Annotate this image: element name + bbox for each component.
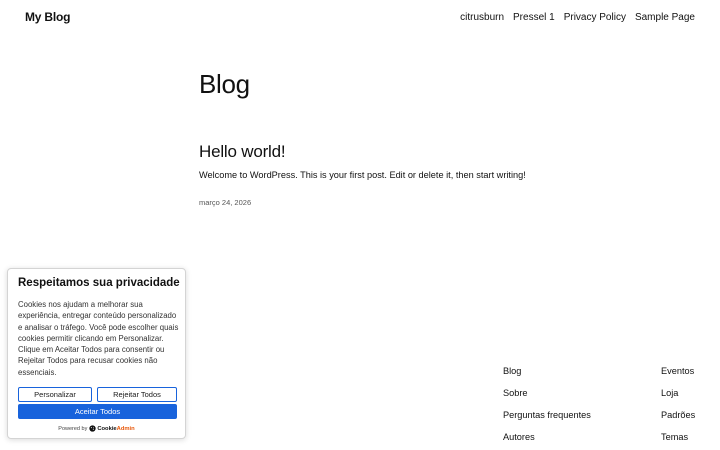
accept-all-button[interactable]: Aceitar Todos	[18, 404, 177, 419]
footer-link-faq[interactable]: Perguntas frequentes	[503, 410, 591, 420]
nav-item-privacy-policy[interactable]: Privacy Policy	[564, 12, 626, 23]
footer-link-padroes[interactable]: Padrões	[661, 410, 695, 420]
powered-by-label: Powered by	[58, 425, 88, 432]
footer-link-loja[interactable]: Loja	[661, 388, 695, 398]
cookie-text-part: para consentir ou	[101, 345, 165, 355]
brand-admin-text: Admin	[116, 425, 135, 432]
cookie-banner-description: Cookies nos ajudam a melhorar sua experi…	[18, 299, 180, 378]
cookie-banner-title: Respeitamos sua privacidade	[18, 277, 180, 289]
cookie-text-customize-word: Personalizar	[118, 333, 162, 343]
post-excerpt: Welcome to WordPress. This is your first…	[199, 170, 526, 180]
site-title-link[interactable]: My Blog	[25, 10, 70, 24]
page-title: Blog	[199, 69, 250, 99]
footer-link-temas[interactable]: Temas	[661, 432, 695, 442]
cookie-text-reject-word: Rejeitar Todos	[18, 356, 68, 366]
nav-item-sample-page[interactable]: Sample Page	[635, 12, 695, 23]
footer-link-autores[interactable]: Autores	[503, 432, 591, 442]
footer-link-blog[interactable]: Blog	[503, 366, 591, 376]
footer-links-column-1: Blog Sobre Perguntas frequentes Autores	[503, 366, 591, 442]
nav-item-pressel-1[interactable]: Pressel 1	[513, 12, 555, 23]
site-header: My Blog citrusburn Pressel 1 Privacy Pol…	[0, 0, 720, 36]
powered-by-footer: Powered by Cookie Admin	[8, 425, 185, 432]
brand-cookie-text: Cookie	[97, 425, 117, 432]
footer-links-column-2: Eventos Loja Padrões Temas	[661, 366, 695, 442]
cookie-consent-banner: Respeitamos sua privacidade Cookies nos …	[7, 268, 186, 439]
post-date: março 24, 2026	[199, 198, 252, 207]
reject-all-button[interactable]: Rejeitar Todos	[97, 387, 177, 402]
footer-link-eventos[interactable]: Eventos	[661, 366, 695, 376]
cookie-text-accept-word: Aceitar Todos	[54, 345, 102, 355]
cookieadmin-logo[interactable]: Cookie Admin	[89, 425, 135, 432]
nav-item-citrusburn[interactable]: citrusburn	[460, 12, 504, 23]
footer-link-sobre[interactable]: Sobre	[503, 388, 591, 398]
main-navigation: citrusburn Pressel 1 Privacy Policy Samp…	[460, 12, 695, 23]
customize-button[interactable]: Personalizar	[18, 387, 92, 402]
cookie-icon	[89, 425, 96, 432]
post-title-link[interactable]: Hello world!	[199, 142, 286, 162]
